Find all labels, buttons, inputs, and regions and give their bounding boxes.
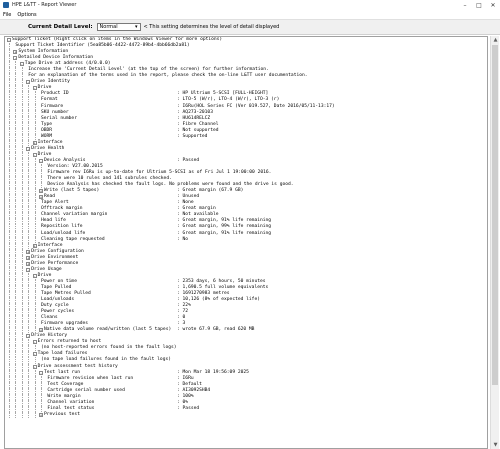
- scroll-down-icon[interactable]: ▼: [491, 441, 500, 449]
- tree-guide-line: [34, 411, 36, 418]
- tree-guide-line: [28, 411, 30, 418]
- detail-level-toolbar: Current Detail Level: Normal ▾ < This se…: [0, 19, 500, 35]
- minimize-button[interactable]: –: [458, 0, 472, 10]
- tree-node-label: Previous test: [44, 411, 80, 417]
- collapse-icon[interactable]: -: [26, 146, 31, 151]
- window-title: HPE L&TT - Report Viewer: [12, 2, 77, 8]
- collapse-icon[interactable]: -: [26, 334, 31, 339]
- chevron-down-icon: ▾: [135, 24, 138, 30]
- expand-icon[interactable]: +: [39, 189, 43, 194]
- collapse-icon[interactable]: -: [39, 158, 43, 163]
- app-logo-icon: [3, 2, 9, 8]
- collapse-icon[interactable]: -: [7, 38, 11, 43]
- collapse-icon[interactable]: -: [32, 152, 37, 157]
- collapse-icon[interactable]: -: [39, 370, 43, 375]
- expand-icon[interactable]: +: [32, 140, 37, 145]
- tree-node[interactable]: + Previous test: [5, 411, 487, 418]
- menu-bar: File Options: [0, 10, 500, 19]
- maximize-button[interactable]: □: [472, 0, 486, 10]
- tree-guide-line: [9, 411, 10, 418]
- expand-icon[interactable]: +: [39, 412, 43, 417]
- collapse-icon[interactable]: -: [26, 80, 31, 85]
- expand-icon[interactable]: +: [26, 255, 31, 260]
- collapse-icon[interactable]: -: [32, 364, 37, 369]
- expand-icon[interactable]: +: [26, 249, 31, 254]
- collapse-icon[interactable]: -: [32, 86, 37, 91]
- tree-guide-line: [21, 411, 23, 418]
- detail-level-select[interactable]: Normal ▾: [96, 23, 141, 31]
- expand-icon[interactable]: +: [26, 261, 31, 266]
- expand-icon[interactable]: +: [13, 50, 18, 55]
- detail-level-value: Normal: [99, 24, 118, 30]
- collapse-icon[interactable]: -: [13, 56, 18, 61]
- expand-icon[interactable]: +: [32, 243, 37, 248]
- collapse-icon[interactable]: -: [19, 62, 24, 67]
- collapse-icon[interactable]: -: [32, 273, 37, 278]
- window-controls: – □ ✕: [458, 0, 500, 10]
- scroll-up-icon[interactable]: ▲: [491, 36, 500, 44]
- vertical-scrollbar[interactable]: ▲ ▼: [490, 36, 499, 449]
- menu-options[interactable]: Options: [14, 12, 39, 18]
- close-button[interactable]: ✕: [486, 0, 500, 10]
- collapse-icon[interactable]: -: [26, 267, 31, 272]
- title-bar: HPE L&TT - Report Viewer – □ ✕: [0, 0, 500, 10]
- detail-level-hint: < This setting determines the level of d…: [143, 24, 280, 30]
- scroll-thumb[interactable]: [492, 45, 498, 385]
- tree-guide-line: [15, 411, 17, 418]
- detail-level-label: Current Detail Level:: [28, 24, 93, 30]
- expand-icon[interactable]: +: [39, 195, 43, 200]
- menu-file[interactable]: File: [0, 12, 14, 18]
- collapse-icon[interactable]: -: [32, 340, 37, 345]
- collapse-icon[interactable]: -: [32, 352, 37, 357]
- expand-icon[interactable]: +: [39, 328, 43, 333]
- report-tree[interactable]: - Support Ticket (Right click on items in…: [4, 36, 488, 449]
